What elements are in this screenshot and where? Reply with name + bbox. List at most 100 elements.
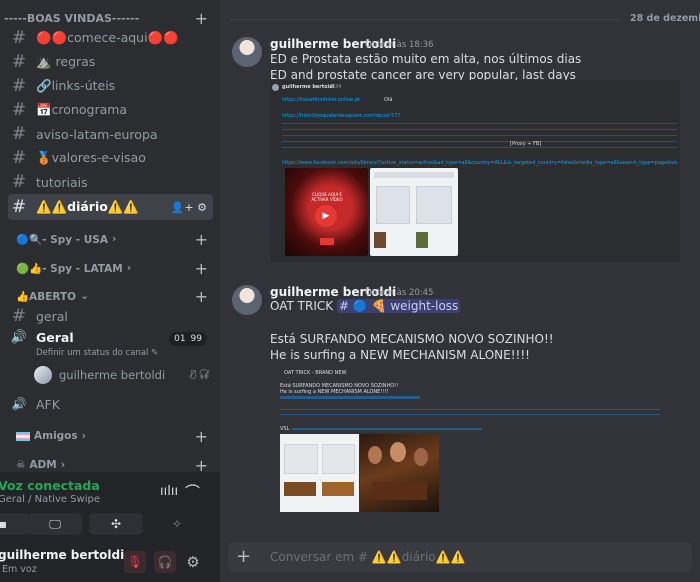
video-caption: CLIQUE AQUI E ACTIVAR VÍDEO [311,192,343,202]
skull-icon: ☠ [16,459,26,471]
channel-mention-weight-loss[interactable]: # 🔵 🍕 weight-loss [336,299,461,313]
channel-links-uteis[interactable]: # 🔗links-úteis [8,73,213,99]
message-line: Está SURFANDO MECANISMO NOVO SOZINHO!! [270,332,554,346]
voice-connection-panel: Voz conectada Geral / Native Swipe ıılıı… [0,472,220,542]
camera-button[interactable]: ▪ [0,513,30,535]
channel-aviso-latam-europa[interactable]: # aviso-latam-europa [8,121,213,147]
category-label: 🟢👍- Spy - LATAM [16,262,123,275]
activities-button[interactable]: ✣ [89,513,143,535]
mic-muted-icon: 🎙 [127,555,143,569]
embed-link[interactable]: https://www.facebook.com/ads/library/?ac… [282,160,677,166]
message-input[interactable] [270,547,670,567]
message-title: OAT TRICK [270,299,334,313]
channel-comece-aqui[interactable]: # 🔴🔴comece-aqui🔴🔴 [8,25,213,51]
avatar[interactable] [232,285,262,315]
channel-label: tutoriais [36,174,88,190]
category-label: ADM [29,459,57,471]
speaker-icon: 🔊 [11,397,27,411]
category-label: Amigos [34,430,78,442]
hashtag-icon: # [11,28,27,48]
channel-label: AFK [36,396,60,412]
embed-link[interactable]: https://friendlyequaterlanepoint.com/dpu… [282,113,442,119]
message-line: He is surfing a NEW MECHANISM ALONE!!!! [270,348,530,362]
play-icon[interactable]: ▶ [315,205,337,227]
message-composer: + [228,542,692,572]
video-thumbnail[interactable]: CLIQUE AQUI E ACTIVAR VÍDEO ▶ [285,168,368,256]
add-attachment-icon[interactable]: + [236,546,251,567]
deafen-button[interactable]: 🎧 [154,551,176,573]
channel-geral-text[interactable]: # geral [8,303,213,329]
date-divider: 28 de dezembro de [630,13,700,24]
channel-label: geral [36,308,68,324]
add-channel-icon[interactable]: + [195,427,208,446]
channel-label: ⛰️ regras [36,54,96,69]
invite-member-icon[interactable]: 👤+ [171,201,194,214]
soundboard-button[interactable]: ✧ [150,513,204,535]
channel-regras[interactable]: # ⛰️ regras [8,49,213,75]
message-timestamp: Ontem às 20:45 [365,288,434,298]
hashtag-icon: # [11,197,27,217]
user-limit-badge: 01 99 [169,332,207,346]
gear-icon: ⚙ [186,553,200,571]
user-status: Em voz [2,564,37,575]
image-attachment[interactable]: OAT TRICK - BRAND NEW Está SURFANDO MECA… [270,363,670,523]
channel-cronograma[interactable]: # 📅cronograma [8,97,213,123]
message-line: ED e Prostata estão muito em alta, nos ú… [270,52,582,66]
channel-label: aviso-latam-europa [36,126,158,142]
avatar[interactable] [232,37,262,67]
add-channel-icon[interactable]: + [195,259,208,278]
channel-diario[interactable]: # ⚠️⚠️diário⚠️⚠️ 👤+ ⚙ [8,194,213,220]
voice-channel-afk[interactable]: 🔊 AFK [8,391,213,417]
voice-connected-user[interactable]: guilherme bertoldi 🎙̸ 🎧̸ [34,364,214,386]
channel-sidebar: -----BOAS VINDAS------ + # 🔴🔴comece-aqui… [0,0,220,582]
category-amigos[interactable]: Amigos › + [12,426,220,446]
embed-link-block[interactable] [282,121,677,151]
voice-user-name: guilherme bertoldi [59,368,166,382]
camera-icon: ▪ [0,517,8,531]
embed-link-block[interactable] [280,407,660,417]
add-channel-icon[interactable]: + [195,230,208,249]
activities-icon: ✣ [110,517,122,531]
chevron-right-icon: › [126,262,132,274]
embed-title: OAT TRICK - BRAND NEW [284,370,347,376]
flag-icon [16,431,30,441]
avatar [272,84,279,91]
embed-link[interactable] [292,428,482,430]
hashtag-icon: # [11,76,27,96]
soundboard-icon: ✧ [171,517,183,531]
channel-tutoriais[interactable]: # tutoriais [8,169,213,195]
voice-status: Voz conectada [0,478,100,493]
headphones-muted-icon: 🎧 [157,555,173,569]
screen-share-button[interactable]: 🖵 [28,513,82,535]
voice-channel-geral[interactable]: 🔊 Geral Definir um status do canal ✎ 01 9… [8,327,213,363]
screenshot-thumbnail[interactable] [280,434,359,512]
embed-link[interactable] [280,396,420,399]
category-spy-usa[interactable]: 🔵🔍- Spy - USA › + [12,229,220,249]
hashtag-icon: # [11,52,27,72]
gear-icon[interactable]: ⚙ [197,201,207,214]
date-divider-line [230,19,620,20]
embed-text: Olá [384,97,393,103]
user-settings-button[interactable]: ⚙ [182,551,204,573]
hashtag-icon: # [11,100,27,120]
channel-tools: 👤+ ⚙ [171,201,207,214]
mute-button[interactable]: 🎙 [124,551,146,573]
embed-link[interactable]: https://livewithinfuller.online.pt [282,97,382,103]
forwarded-message-embed: guilherme bertoldi 18:34 https://livewit… [270,80,680,262]
disconnect-icon[interactable]: ⌒ [185,481,200,502]
logo-mark [320,238,334,245]
voice-signal-icon[interactable]: ıılıı [160,484,178,499]
channel-valores-e-visao[interactable]: # 🥉valores-e-visao [8,145,213,171]
message-line: OAT TRICK # 🔵 🍕 weight-loss [270,298,461,314]
voice-status-prompt[interactable]: Definir um status do canal ✎ [36,348,158,358]
user-panel: guilherme bertoldi Em voz 🎙 🎧 ⚙ [0,542,220,582]
speaker-icon: 🔊 [10,330,28,345]
category-spy-latam[interactable]: 🟢👍- Spy - LATAM › + [12,258,220,278]
photo-thumbnail[interactable] [360,434,439,512]
chat-area: 28 de dezembro de guilherme bertoldi Ont… [220,0,700,582]
category-label: 🔵🔍- Spy - USA [16,233,108,246]
embed-line: He is surfing a NEW MECHANISM ALONE!!!! [280,389,389,395]
screenshot-thumbnail[interactable] [370,168,458,256]
voice-channel-path[interactable]: Geral / Native Swipe [0,494,100,505]
user-name[interactable]: guilherme bertoldi [0,548,124,562]
